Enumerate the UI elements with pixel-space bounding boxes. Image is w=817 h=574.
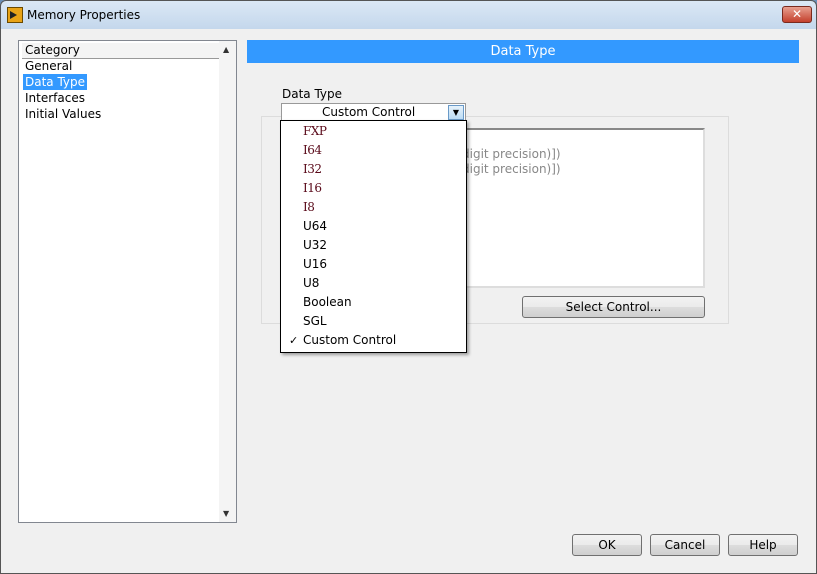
option-sgl[interactable]: SGL [303, 313, 327, 329]
ok-button[interactable]: OK [572, 534, 642, 556]
option-fxp[interactable]: FXP [303, 123, 327, 139]
checkmark-icon: ✓ [289, 334, 299, 347]
scroll-down-icon[interactable]: ▼ [223, 509, 229, 518]
data-type-dropdown-list[interactable]: FXP I64 I32 I16 I8 U64 U32 U16 U8 Boolea… [280, 120, 467, 353]
category-item-interfaces[interactable]: Interfaces [23, 90, 87, 106]
option-u32[interactable]: U32 [303, 237, 327, 253]
option-u64[interactable]: U64 [303, 218, 327, 234]
help-button[interactable]: Help [728, 534, 798, 556]
select-control-button[interactable]: Select Control... [522, 296, 705, 318]
description-line: digit precision)]) [462, 147, 561, 161]
chevron-down-icon[interactable]: ▼ [448, 105, 464, 120]
window-title: Memory Properties [27, 8, 141, 22]
cancel-button[interactable]: Cancel [650, 534, 720, 556]
section-banner: Data Type [247, 40, 799, 63]
scroll-up-icon[interactable]: ▲ [223, 45, 229, 54]
option-i32[interactable]: I32 [303, 161, 322, 177]
category-header: Category [22, 43, 219, 59]
close-button[interactable]: ✕ [782, 6, 812, 23]
option-i8[interactable]: I8 [303, 199, 315, 215]
category-scrollbar[interactable]: ▲ ▼ [219, 41, 236, 522]
option-u8[interactable]: U8 [303, 275, 319, 291]
option-custom-control[interactable]: Custom Control [303, 332, 396, 348]
category-list[interactable]: Category General Data Type Interfaces In… [18, 40, 237, 523]
category-item-data-type[interactable]: Data Type [23, 74, 88, 90]
category-item-initial-values[interactable]: Initial Values [23, 106, 103, 122]
data-type-selected-value: Custom Control [322, 105, 416, 119]
option-i16[interactable]: I16 [303, 180, 322, 196]
option-boolean[interactable]: Boolean [303, 294, 352, 310]
option-i64[interactable]: I64 [303, 142, 322, 158]
labview-app-icon [7, 7, 23, 23]
data-type-label: Data Type [282, 87, 343, 101]
description-line: digit precision)]) [462, 162, 561, 176]
option-u16[interactable]: U16 [303, 256, 327, 272]
category-item-general[interactable]: General [23, 58, 74, 74]
